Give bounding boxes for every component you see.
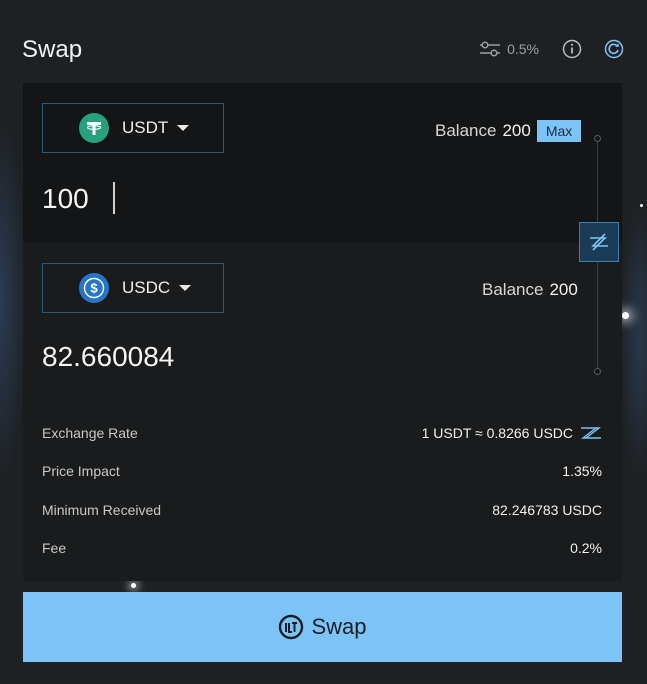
to-token-select[interactable]: $ USDC bbox=[42, 263, 224, 313]
info-button[interactable] bbox=[561, 38, 583, 60]
slippage-settings-button[interactable]: 0.5% bbox=[479, 41, 539, 57]
max-button[interactable]: Max bbox=[536, 120, 582, 142]
swap-details: Exchange Rate 1 USDT ≈ 0.8266 USDC Price… bbox=[23, 403, 622, 581]
swap-button[interactable]: Swap bbox=[23, 592, 622, 662]
swap-header: Swap 0.5% bbox=[22, 32, 625, 68]
svg-text:$: $ bbox=[90, 281, 98, 296]
switch-tokens-button[interactable] bbox=[579, 222, 619, 262]
rail-dot-top bbox=[594, 135, 601, 142]
from-balance-value: 200 bbox=[502, 121, 531, 140]
from-balance-label: Balance bbox=[435, 121, 497, 140]
exchange-rate-label: Exchange Rate bbox=[42, 425, 138, 441]
page-title: Swap bbox=[22, 36, 83, 63]
info-icon bbox=[562, 39, 582, 59]
star-decoration bbox=[131, 583, 136, 588]
refresh-icon bbox=[604, 39, 624, 59]
star-decoration bbox=[622, 312, 629, 319]
to-amount-output: 82.660084 bbox=[42, 341, 175, 372]
invert-rate-icon[interactable] bbox=[580, 425, 602, 441]
minimum-received-row: Minimum Received 82.246783 USDC bbox=[42, 502, 602, 518]
chevron-down-icon bbox=[179, 285, 192, 291]
fee-label: Fee bbox=[42, 540, 67, 556]
text-cursor bbox=[113, 182, 115, 214]
minimum-received-label: Minimum Received bbox=[42, 502, 162, 518]
fee-value: 0.2% bbox=[570, 540, 602, 556]
chevron-down-icon bbox=[177, 125, 190, 131]
star-decoration bbox=[640, 204, 643, 207]
exchange-rate-value-group: 1 USDT ≈ 0.8266 USDC bbox=[422, 425, 602, 441]
usdc-token-icon: $ bbox=[79, 273, 109, 303]
refresh-button[interactable] bbox=[603, 38, 625, 60]
slippage-value: 0.5% bbox=[507, 41, 539, 57]
from-balance: Balance 200 Max bbox=[435, 120, 582, 142]
price-impact-value: 1.35% bbox=[562, 463, 602, 479]
swap-button-label: Swap bbox=[311, 614, 367, 639]
rail-dot-bottom bbox=[594, 368, 601, 375]
from-amount-input[interactable] bbox=[42, 179, 462, 219]
minimum-received-value: 82.246783 USDC bbox=[492, 502, 602, 518]
exchange-rate-value: 1 USDT ≈ 0.8266 USDC bbox=[421, 425, 573, 441]
sliders-icon bbox=[480, 41, 501, 57]
exchange-rate-row: Exchange Rate 1 USDT ≈ 0.8266 USDC bbox=[42, 425, 602, 441]
to-balance-value: 200 bbox=[549, 280, 578, 299]
price-impact-row: Price Impact 1.35% bbox=[42, 463, 602, 479]
from-token-panel: USDT Balance 200 Max bbox=[23, 83, 622, 243]
to-balance-label: Balance bbox=[482, 280, 544, 299]
header-tools: 0.5% bbox=[479, 38, 625, 60]
from-token-symbol: USDT bbox=[122, 118, 169, 137]
to-token-panel: $ USDC Balance 200 82.660084 bbox=[23, 243, 622, 403]
from-token-select[interactable]: USDT bbox=[42, 103, 224, 153]
to-token-symbol: USDC bbox=[122, 278, 171, 297]
swap-direction-icon bbox=[590, 233, 608, 251]
usdt-token-icon bbox=[79, 113, 109, 143]
fee-row: Fee 0.2% bbox=[42, 540, 602, 556]
swap-logo-icon bbox=[279, 614, 304, 640]
price-impact-label: Price Impact bbox=[42, 463, 120, 479]
to-balance: Balance 200 bbox=[482, 280, 578, 300]
